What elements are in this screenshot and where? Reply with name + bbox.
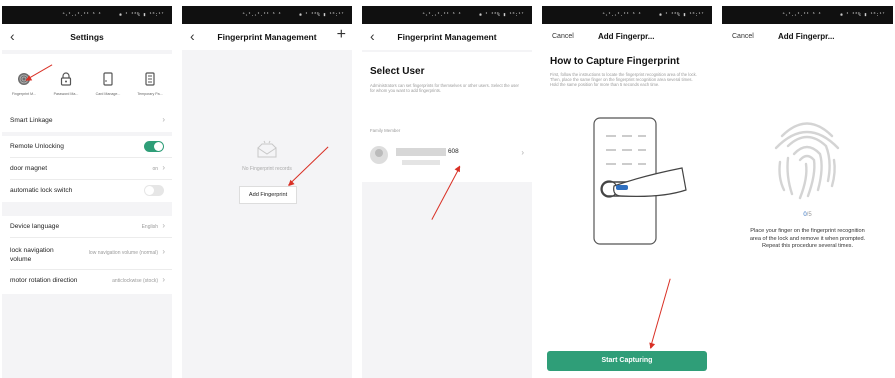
settings-screen: ᵃᵢᴵ.ᵢᴵ.ᴵᴵ ⁶ ⁴ ✱ ᴵ ²⁰% ▮ ¹⁰:¹⁷ ‹ Settings…	[2, 6, 172, 378]
fp-header: ‹ Fingerprint Management +	[182, 24, 352, 50]
status-bar: ᵃᵢᴵ.ᵢᴵ.ᴵᴵ ⁶ ⁴ ✱ ᴵ ²⁰% ▮ ¹⁰:¹⁷	[362, 6, 532, 24]
device-language-row[interactable]: Device language English ›	[2, 216, 172, 238]
password-management-tile[interactable]: Password Ma...	[48, 72, 84, 96]
avatar	[370, 146, 388, 164]
select-user-heading: Select User	[370, 66, 425, 77]
signal-indicator: ᵃᵢᴵ.ᵢᴵ.ᴵᴵ ⁶ ⁴	[62, 12, 102, 18]
auto-lock-toggle[interactable]	[144, 185, 164, 196]
add-fingerprint-header: Cancel Add Fingerpr...	[542, 24, 712, 50]
status-bar: ᵃᵢᴵ.ᵢᴵ.ᴵᴵ ⁶ ⁴ ✱ ᴵ ²⁰% ▮ ¹⁰:¹⁷	[2, 6, 172, 24]
battery-time: ✱ ᴵ ²⁰% ▮ ¹⁰:¹⁷	[118, 12, 164, 18]
auto-lock-row: automatic lock switch	[2, 180, 172, 202]
status-bar: ᵃᵢᴵ.ᵢᴵ.ᴵᴵ ⁶ ⁴ ✱ ᴵ ²⁰% ▮ ¹⁰:¹⁷	[182, 6, 352, 24]
start-capturing-button[interactable]: Start Capturing	[547, 351, 707, 371]
fingerprint-icon	[762, 106, 852, 206]
status-bar: ᵃᵢᴵ.ᵢᴵ.ᴵᴵ ⁶ ⁴ ✱ ᴵ ²⁰% ▮ ¹⁰:¹⁷	[722, 6, 893, 24]
device-settings-group: Device language English › lock navigatio…	[2, 216, 172, 294]
page-title: Settings	[70, 32, 104, 42]
progress-total: /5	[806, 212, 812, 218]
add-fingerprint-header: Cancel Add Fingerpr...	[722, 24, 893, 50]
chevron-right-icon: ›	[521, 148, 524, 157]
select-user-header: ‹ Fingerprint Management	[362, 24, 532, 50]
blurred-member-name	[396, 148, 446, 156]
empty-inbox-icon	[256, 140, 278, 158]
settings-header: ‹ Settings	[2, 24, 172, 50]
page-title: Add Fingerpr...	[778, 32, 835, 41]
page-title: Add Fingerpr...	[598, 32, 655, 41]
lock-illustration	[562, 106, 702, 246]
card-management-tile[interactable]: Card Manage...	[90, 72, 126, 96]
cancel-button[interactable]: Cancel	[732, 33, 754, 40]
page-title: Fingerprint Management	[217, 32, 317, 42]
capture-progress: 0/5	[722, 212, 893, 218]
red-arrow-annotation	[649, 278, 671, 349]
lock-settings-group: Remote Unlocking door magnet on › automa…	[2, 136, 172, 202]
chevron-right-icon: ›	[162, 221, 165, 230]
door-magnet-row[interactable]: door magnet on ›	[2, 158, 172, 180]
select-user-description: Administrators can set fingerprints for …	[370, 83, 519, 94]
keypad-icon	[132, 72, 168, 86]
fingerprint-management-tile[interactable]: Fingerprint M...	[6, 72, 42, 96]
capture-progress-screen: ᵃᵢᴵ.ᵢᴵ.ᴵᴵ ⁶ ⁴ ✱ ᴵ ²⁰% ▮ ¹⁰:¹⁷ Cancel Add…	[722, 6, 893, 378]
smart-linkage-group: Smart Linkage ›	[2, 110, 172, 132]
remote-unlocking-row: Remote Unlocking	[2, 136, 172, 158]
fingerprint-management-screen: ᵃᵢᴵ.ᵢᴵ.ᴵᴵ ⁶ ⁴ ✱ ᴵ ²⁰% ▮ ¹⁰:¹⁷ ‹ Fingerpr…	[182, 6, 352, 378]
smart-linkage-row[interactable]: Smart Linkage ›	[2, 110, 172, 132]
member-name-suffix: 608	[448, 148, 459, 155]
select-user-screen: ᵃᵢᴵ.ᵢᴵ.ᴵᴵ ⁶ ⁴ ✱ ᴵ ²⁰% ▮ ¹⁰:¹⁷ ‹ Fingerpr…	[362, 6, 532, 378]
how-to-description: First, follow the instructions to locate…	[550, 72, 697, 88]
lock-navigation-volume-row[interactable]: lock navigation volume low navigation vo…	[2, 238, 172, 270]
add-fingerprint-button[interactable]: Add Fingerprint	[239, 186, 297, 204]
member-row[interactable]: 608 ›	[362, 140, 532, 176]
motor-rotation-row[interactable]: motor rotation direction anticlockwise (…	[2, 270, 172, 292]
chevron-right-icon: ›	[162, 163, 165, 172]
add-icon[interactable]: +	[337, 26, 346, 44]
capture-instruction: Place your finger on the fingerprint rec…	[749, 228, 866, 250]
family-member-label: Family Member	[370, 128, 401, 133]
blurred-member-sub	[402, 160, 440, 165]
chevron-right-icon: ›	[162, 115, 165, 124]
chevron-right-icon: ›	[162, 275, 165, 284]
select-user-card: Select User Administrators can set finge…	[362, 52, 532, 182]
chevron-right-icon: ›	[162, 247, 165, 256]
cancel-button[interactable]: Cancel	[552, 33, 574, 40]
how-to-heading: How to Capture Fingerprint	[550, 56, 680, 67]
remote-unlocking-toggle[interactable]	[144, 141, 164, 152]
card-icon	[90, 72, 126, 86]
lock-icon	[48, 72, 84, 86]
empty-state-text: No Fingerprint records	[242, 166, 292, 172]
temporary-password-tile[interactable]: Temporary Pa...	[132, 72, 168, 96]
status-bar: ᵃᵢᴵ.ᵢᴵ.ᴵᴵ ⁶ ⁴ ✱ ᴵ ²⁰% ▮ ¹⁰:¹⁷	[542, 6, 712, 24]
page-title: Fingerprint Management	[397, 32, 497, 42]
how-to-capture-screen: ᵃᵢᴵ.ᵢᴵ.ᴵᴵ ⁶ ⁴ ✱ ᴵ ²⁰% ▮ ¹⁰:¹⁷ Cancel Add…	[542, 6, 712, 378]
